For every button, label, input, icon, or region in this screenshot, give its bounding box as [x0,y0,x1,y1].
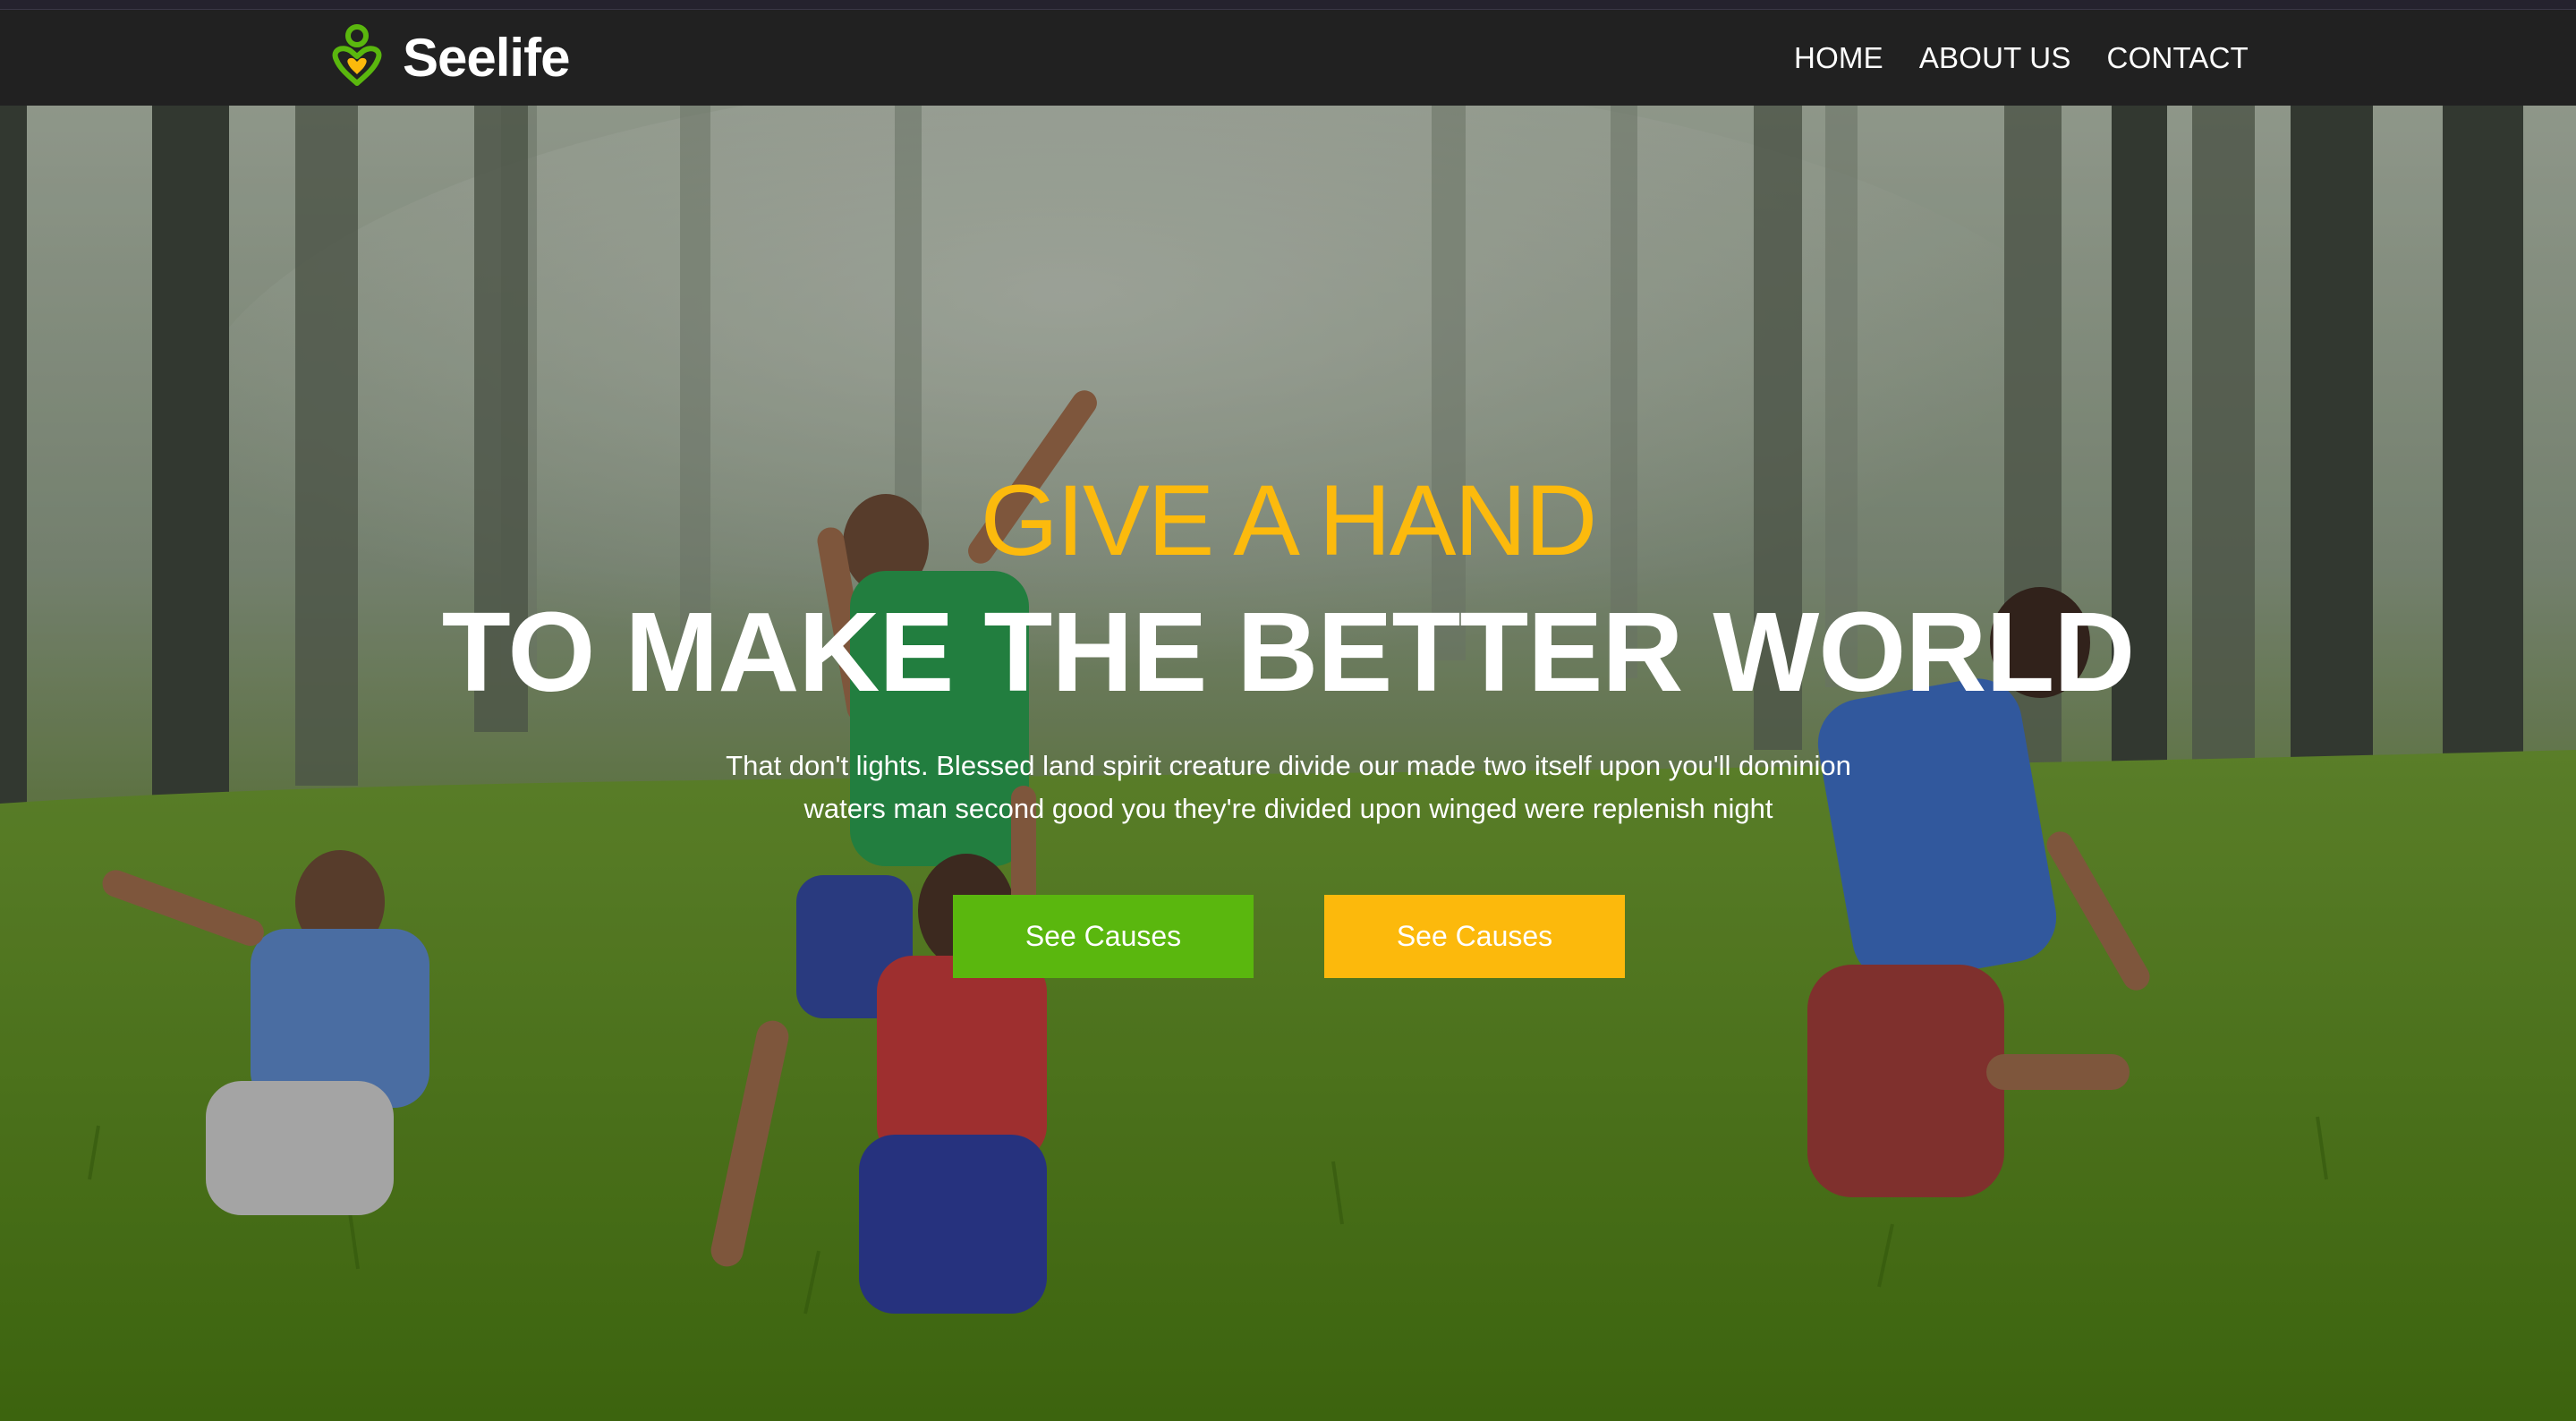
nav-item-home[interactable]: HOME [1794,41,1883,75]
hero-kicker: GIVE A HAND [980,464,1598,576]
navbar: Seelife HOME ABOUT US CONTACT [0,10,2576,106]
brand-logo-link[interactable]: Seelife [326,24,570,92]
hero-description-line1: That don't lights. Blessed land spirit c… [726,750,1851,781]
nav-item-contact[interactable]: CONTACT [2107,41,2249,75]
brand-name: Seelife [403,28,570,88]
main-nav: HOME ABOUT US CONTACT [1794,10,2249,106]
see-causes-button-primary[interactable]: See Causes [953,895,1254,978]
window-top-strip [0,0,2576,10]
heart-person-icon [332,24,382,86]
hero-section: GIVE A HAND TO MAKE THE BETTER WORLD Tha… [0,106,2576,1421]
hero-description: That don't lights. Blessed land spirit c… [644,745,1933,830]
hero-headline: TO MAKE THE BETTER WORLD [441,589,2136,715]
hero-content: GIVE A HAND TO MAKE THE BETTER WORLD Tha… [0,106,2576,1421]
nav-item-about-us[interactable]: ABOUT US [1919,41,2071,75]
hero-description-line2: waters man second good you they're divid… [803,793,1773,824]
see-causes-button-secondary[interactable]: See Causes [1324,895,1625,978]
